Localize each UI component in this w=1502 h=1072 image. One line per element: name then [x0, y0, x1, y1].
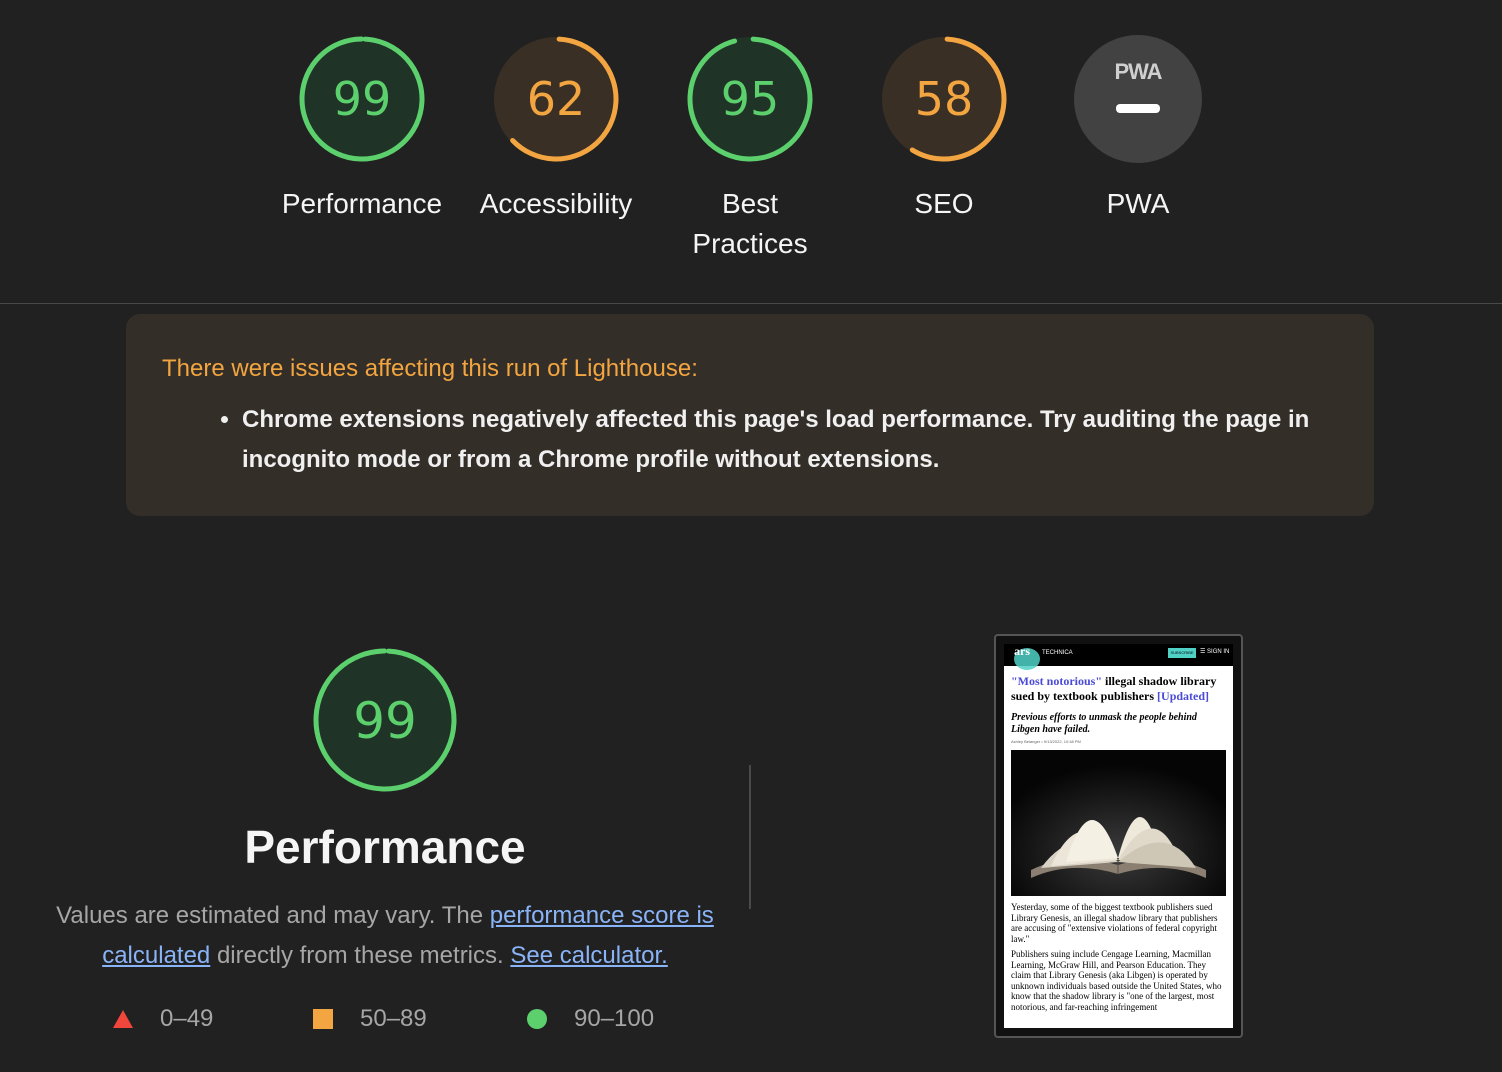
gauge-label: Best Practices: [692, 188, 808, 259]
warnings-box: There were issues affecting this run of …: [126, 314, 1374, 516]
legend-range: 90–100: [574, 1005, 655, 1032]
legend-pass: 90–100: [526, 1005, 654, 1033]
site-header: ars TECHNICA SUBSCRIBE ☰ SIGN IN: [1004, 644, 1233, 670]
pwa-badge-icon: PWA: [1074, 35, 1202, 163]
gauge-score: 58: [915, 72, 974, 126]
triangle-icon: [113, 1010, 133, 1028]
gauge-score: 95: [721, 72, 780, 126]
gauge-accessibility[interactable]: 62 Accessibility: [466, 34, 646, 224]
legend-range: 50–89: [360, 1005, 427, 1032]
article-paragraph: Publishers suing include Cengage Learnin…: [1011, 949, 1222, 1012]
performance-section: 99 Performance Values are estimated and …: [40, 640, 730, 976]
square-icon: [313, 1009, 333, 1029]
article-paragraph: Yesterday, some of the biggest textbook …: [1011, 902, 1218, 944]
gauge-label: SEO: [914, 188, 974, 219]
gauge-ring: 58: [881, 36, 1007, 162]
desc-text: directly from these metrics.: [210, 942, 511, 969]
site-logo-tag: TECHNICA: [1042, 650, 1073, 656]
gauge-ring: 62: [493, 36, 619, 162]
category-gauges: 99 Performance 62 Accessibility 95 Best …: [0, 0, 1502, 304]
legend-fail: 0–49: [112, 1005, 213, 1033]
subscribe-button: SUBSCRIBE: [1168, 648, 1196, 658]
menu-icon: ☰ SIGN IN: [1200, 649, 1230, 655]
gauge-pwa[interactable]: PWA PWA: [1048, 34, 1228, 224]
gauge-ring: 95: [687, 36, 813, 162]
see-calculator-link[interactable]: See calculator.: [510, 942, 667, 969]
gauge-ring: 99: [299, 36, 425, 162]
sign-in-text: SIGN IN: [1207, 649, 1230, 655]
warning-item: Chrome extensions negatively affected th…: [242, 400, 1338, 480]
circle-icon: [527, 1009, 547, 1029]
desc-text: Values are estimated and may vary. The: [56, 902, 490, 929]
gauge-seo[interactable]: 58 SEO: [854, 34, 1034, 224]
page-screenshot-thumbnail: ars TECHNICA SUBSCRIBE ☰ SIGN IN "Most n…: [1004, 644, 1233, 1028]
final-screenshot[interactable]: ars TECHNICA SUBSCRIBE ☰ SIGN IN "Most n…: [994, 634, 1243, 1038]
headline-updated: [Updated]: [1157, 689, 1210, 703]
pwa-logo-text: PWA: [1114, 59, 1162, 84]
gauge-label: Performance: [281, 188, 443, 219]
gauge-performance[interactable]: 99 Performance: [272, 34, 452, 224]
site-logo: ars: [1014, 644, 1030, 658]
legend-average: 50–89: [312, 1005, 427, 1033]
legend-range: 0–49: [160, 1005, 214, 1032]
section-separator: [749, 765, 751, 909]
article-subhead: Previous efforts to unmask the people be…: [1011, 712, 1197, 735]
warnings-list: Chrome extensions negatively affected th…: [162, 400, 1338, 480]
performance-description: Values are estimated and may vary. The p…: [40, 896, 730, 976]
performance-title: Performance: [244, 821, 526, 873]
open-book-illustration: [1011, 750, 1226, 896]
performance-gauge: 99: [313, 648, 457, 792]
article-body: Yesterday, some of the biggest textbook …: [1011, 902, 1226, 1012]
score-scale-legend: 0–49 50–89 90–100: [112, 1005, 712, 1039]
header-divider: [0, 303, 1502, 304]
performance-score: 99: [353, 692, 417, 750]
gauge-label: PWA: [1106, 188, 1170, 219]
gauge-score: 99: [333, 72, 392, 126]
gauge-label: Accessibility: [479, 188, 633, 219]
gauge-score: 62: [527, 72, 586, 126]
gauge-best-practices[interactable]: 95 Best Practices: [660, 34, 840, 264]
article-byline: Ashley Belanger • 9/13/2022, 10:48 PM: [1011, 739, 1081, 744]
headline-quote: "Most notorious": [1011, 674, 1102, 688]
article-headline: "Most notorious" illegal shadow library …: [1011, 674, 1226, 704]
book-image: [1011, 750, 1226, 896]
warnings-title: There were issues affecting this run of …: [162, 355, 698, 382]
dash-icon: [1116, 104, 1160, 113]
